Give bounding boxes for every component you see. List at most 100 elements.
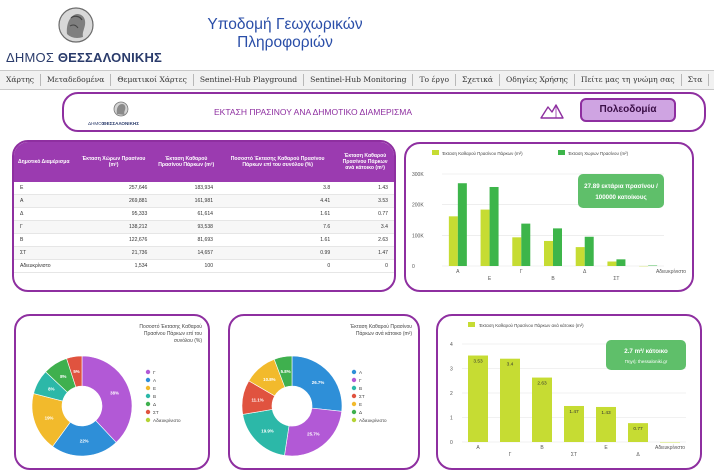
green-percent-pie-card: Ποσοστό Έκτασης Καθαρού Πρασίνου Πάρκων ε… [14,314,210,470]
banner-logo-name: ΘΕΣΣΑΛΟΝΙΚΗΣ [103,121,139,126]
legend-label: Γ [153,370,156,375]
bar [500,358,520,442]
table-row: Β 122,676 81,693 1.61 2.63 [14,233,394,247]
x-tick-label: Ε [488,276,492,282]
green-per-capita-pie-card: Έκταση Καθαρού Πρασίνου Πάρκων ανά κάτοικ… [228,314,420,470]
table-cell: Ε [14,182,74,196]
legend-swatch [351,377,357,383]
table-header[interactable]: Έκταση Καθαρού Πρασίνου Πάρκων ανά κάτοι… [336,142,394,182]
legend-swatch [145,377,151,383]
table-cell: 1.61 [219,233,337,247]
site-header: ΔΗΜΟΣ ΘΕΣΣΑΛΟΝΙΚΗΣ Υποδομή Γεωχωρικών Πλ… [0,0,714,70]
chart-title: συνόλου (%) [174,337,202,344]
table-cell: 3.4 [336,220,394,235]
legend-swatch [351,369,357,375]
nav-item-project[interactable]: Το έργο [413,74,457,86]
nav-item-sentinel-playground[interactable]: Sentinel-Hub Playground [194,74,305,86]
slice-label: 5.8% [281,369,291,374]
data-label: 3.4 [507,362,514,368]
legend-label: Α [153,378,157,383]
table-cell: 0 [336,259,394,273]
legend-label: Αδιευκρίνιστο [359,418,387,423]
legend-label: Β [359,386,362,391]
legend-label: Δ [153,402,156,407]
city-logo[interactable] [56,6,96,44]
data-label: 2.63 [537,381,547,387]
slice-label: 11.1% [251,397,263,402]
y-tick-label: 0 [412,264,415,270]
table-cell: 61,614 [153,207,220,222]
green-area-table-card: Δημοτικό Διαμέρισμα Έκταση Χώρων Πρασίνο… [12,140,396,292]
bar [607,261,617,266]
table-cell: 0.99 [219,246,337,260]
table-cell: Β [14,233,74,247]
table-cell: 3.53 [336,194,394,209]
table-cell: 0 [219,259,337,273]
legend-label: Β [153,394,156,399]
site-title[interactable]: Υποδομή Γεωχωρικών Πληροφοριών [190,16,380,52]
y-tick-label: 2 [450,391,453,397]
mountains-icon [540,104,564,119]
bar [468,355,488,442]
green-area-bar-chart-card: Έκταση Καθαρού Πρασίνου Πάρκων (m²) Έκτασ… [404,142,694,292]
urban-planning-button[interactable]: Πολεοδομία [580,98,676,122]
table-cell: 138,212 [73,220,154,235]
table-header[interactable]: Έκταση Καθαρού Πρασίνου Πάρκων (m²) [153,142,220,182]
table-cell: 1.43 [336,182,394,196]
legend-label: Δ [359,410,362,415]
table-header[interactable]: Έκταση Χώρων Πρασίνου (m²) [73,142,154,182]
bar [512,237,522,266]
nav-item-more[interactable]: Στα [682,74,710,86]
table-cell: 3.8 [219,182,337,196]
legend-label: Αδιευκρίνιστο [153,418,181,423]
y-tick-label: 300K [412,172,424,178]
data-label: 1.47 [569,409,579,415]
nav-item-sentinel-monitoring[interactable]: Sentinel-Hub Monitoring [304,74,414,86]
legend-label: Ε [359,402,362,407]
dashboard: ΔΗΜΟΣ ΘΕΣΣΑΛΟΝΙΚΗΣ ΕΚΤΑΣΗ ΠΡΑΣΙΝΟΥ ΑΝΑ Δ… [0,90,714,472]
slice-label: 8% [48,387,54,392]
nav-item-feedback[interactable]: Πείτε μας τη γνώμη σας [575,74,682,86]
table-header[interactable]: Δημοτικό Διαμέρισμα [14,142,74,182]
x-tick-label: Α [456,269,460,275]
legend-label: Ε [153,386,156,391]
legend-label: ΣΤ [153,410,159,415]
legend-label: Έκταση Καθαρού Πρασίνου Πάρκων (m²) [441,151,523,156]
x-tick-label: Ε [604,445,608,451]
legend-swatch [145,417,151,423]
callout-text: 100000 κατοίκους [595,194,646,201]
x-tick-label: Γ [520,269,523,275]
bar [489,186,499,266]
green-area-bar-chart[interactable]: Έκταση Καθαρού Πρασίνου Πάρκων (m²) Έκτασ… [406,144,692,290]
legend-swatch [145,409,151,415]
banner-title: ΕΚΤΑΣΗ ΠΡΑΣΙΝΟΥ ΑΝΑ ΔΗΜΟΤΙΚΟ ΔΙΑΜΕΡΙΣΜΑ [214,107,413,117]
nav-item-about[interactable]: Σχετικά [456,74,500,86]
x-tick-label: Αδιευκρίνιστο [655,445,685,451]
table-cell: 257,646 [73,182,154,196]
nav-item-thematic-maps[interactable]: Θεματικοί Χάρτες [111,74,194,86]
y-tick-label: 3 [450,367,453,373]
green-per-capita-pie-chart[interactable]: Έκταση Καθαρού ΠρασίνουΠάρκων ανά κάτοικ… [230,316,418,468]
green-per-capita-bar-chart[interactable]: Έκταση Καθαρού Πρασίνου Πάρκων ανά κάτοι… [438,316,700,468]
data-label: 3.53 [473,359,483,365]
legend-swatch [432,150,439,155]
legend-label: Α [359,370,363,375]
nav-item-map[interactable]: Χάρτης [0,74,42,86]
legend-swatch [351,393,357,399]
bar [575,247,585,266]
nav-item-metadata[interactable]: Μεταδεδομένα [41,74,112,86]
table-cell: 93,538 [153,220,220,235]
legend-swatch [145,385,151,391]
x-tick-label: Δ [583,269,587,275]
table-cell: Δ [14,207,74,222]
table-header[interactable]: Ποσοστό Έκτασης Καθαρού Πρασίνου Πάρκων … [219,142,337,182]
green-percent-pie-chart[interactable]: Ποσοστό Έκτασης ΚαθαρούΠρασίνου Πάρκων ε… [16,316,208,468]
table-cell: 14,657 [153,246,220,260]
table-cell: 1.61 [219,207,337,222]
bar [544,240,553,266]
chart-title: Ποσοστό Έκτασης Καθαρού [139,323,202,330]
nav-item-guide[interactable]: Οδηγίες Χρήσης [500,74,575,86]
table-cell: 21,736 [73,246,154,260]
table-row: Ε 257,646 183,934 3.8 1.43 [14,182,394,196]
callout-text: 2.7 m²/ κάτοικο [624,348,668,355]
